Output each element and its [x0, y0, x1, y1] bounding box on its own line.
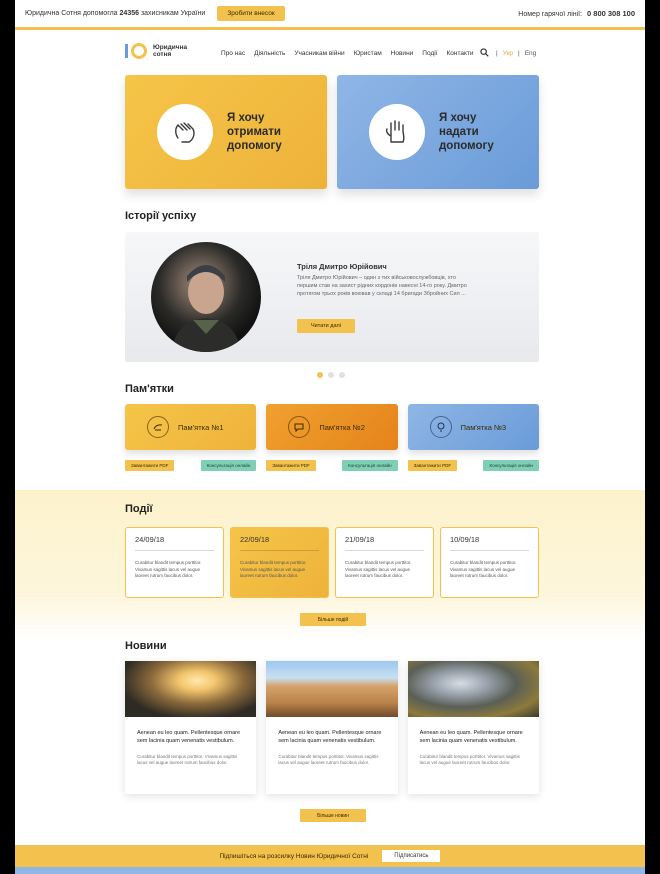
- give-help-label: Я хочу надати допомогу: [439, 112, 494, 152]
- hotline-label: Номер гарячої лінії:: [518, 11, 583, 18]
- news-image: [266, 661, 398, 717]
- event-date: 22/09/18: [240, 535, 319, 551]
- event-card[interactable]: 24/09/18 Curabitur blandit tempus portti…: [125, 527, 224, 598]
- top-bar: Юридична Сотня допомогла 24356 захисника…: [15, 0, 645, 30]
- download-pdf-button[interactable]: Завантажити PDF: [407, 460, 458, 471]
- event-desc: Curabitur blandit tempus porttitor. Viva…: [135, 560, 202, 578]
- main-nav: Про нас Діяльність Учасникам війни Юрист…: [221, 50, 474, 57]
- memo-item: Пам'ятка №2 Завантажити PDF Консультація…: [266, 404, 398, 471]
- hand-give-icon: [369, 104, 425, 160]
- nav-item-veterans[interactable]: Учасникам війни: [294, 50, 344, 57]
- site-logo[interactable]: Юридична сотня: [125, 42, 203, 60]
- subscribe-button[interactable]: Підписатись: [382, 850, 441, 862]
- event-card[interactable]: 10/09/18 Curabitur blandit tempus portti…: [440, 527, 539, 598]
- memo-card-1[interactable]: Пам'ятка №1: [125, 404, 257, 450]
- get-help-label: Я хочу отримати допомогу: [227, 112, 282, 152]
- event-list: 24/09/18 Curabitur blandit tempus portti…: [125, 527, 539, 598]
- help-cards: Я хочу отримати допомогу Я хочу надати д…: [125, 75, 539, 189]
- slider-dot-3[interactable]: [339, 372, 345, 378]
- download-pdf-button[interactable]: Завантажити PDF: [125, 460, 175, 471]
- memo-label: Пам'ятка №1: [178, 422, 224, 432]
- story-text: Тріля Дмитро Юрійович – один з тих війсь…: [297, 275, 467, 297]
- logo-text: Юридична сотня: [153, 44, 188, 58]
- consult-online-button[interactable]: Консультація онлайн: [483, 460, 539, 471]
- news-title-text: Aenean eu leo quam. Pellentesque ornare …: [419, 730, 523, 744]
- memo-label: Пам'ятка №2: [319, 422, 365, 432]
- news-card[interactable]: Aenean eu leo quam. Pellentesque ornare …: [266, 661, 398, 794]
- memo-icon: [288, 416, 311, 438]
- news-title-text: Aenean eu leo quam. Pellentesque ornare …: [278, 730, 382, 744]
- download-pdf-button[interactable]: Завантажити PDF: [266, 460, 316, 471]
- consult-online-button[interactable]: Консультація онлайн: [200, 460, 257, 471]
- memo-item: Пам'ятка №3 Завантажити PDF Консультація…: [407, 404, 539, 471]
- event-desc: Curabitur blandit tempus porttitor. Viva…: [240, 560, 307, 578]
- nav-item-events[interactable]: Події: [422, 50, 437, 57]
- memo-card-2[interactable]: Пам'ятка №2: [266, 404, 398, 450]
- news-card[interactable]: Aenean eu leo quam. Pellentesque ornare …: [125, 661, 257, 794]
- footer-strip: [15, 867, 645, 874]
- event-card[interactable]: 22/09/18 Curabitur blandit tempus portti…: [230, 527, 329, 598]
- memo-card-3[interactable]: Пам'ятка №3: [407, 404, 539, 450]
- news-title: Новини: [125, 640, 167, 652]
- donate-button[interactable]: Зробити внесок: [217, 6, 285, 21]
- story-slide: Тріля Дмитро Юрійович Тріля Дмитро Юрійо…: [125, 232, 539, 362]
- stories-title: Історії успіху: [125, 210, 197, 222]
- hotline-number[interactable]: 0 800 308 100: [587, 9, 635, 18]
- slider-dot-1[interactable]: [317, 372, 323, 378]
- news-desc: Curabitur blandit tempus porttitor. Viva…: [419, 754, 520, 765]
- nav-item-lawyers[interactable]: Юристам: [354, 50, 382, 57]
- memo-icon: [147, 416, 169, 438]
- event-date: 10/09/18: [450, 535, 529, 551]
- news-list: Aenean eu leo quam. Pellentesque ornare …: [125, 661, 539, 794]
- notice-prefix: Юридична Сотня допомогла: [25, 10, 118, 17]
- event-date: 24/09/18: [135, 535, 214, 551]
- lightbulb-icon: [429, 416, 452, 438]
- read-more-button[interactable]: Читати далі: [297, 319, 355, 333]
- memos-title: Пам'ятки: [125, 383, 174, 395]
- get-help-card[interactable]: Я хочу отримати допомогу: [125, 75, 327, 189]
- nav-item-contacts[interactable]: Контакти: [446, 50, 473, 57]
- site-header: Юридична сотня Про нас Діяльність Учасни…: [15, 30, 645, 74]
- give-help-card[interactable]: Я хочу надати допомогу: [337, 75, 539, 189]
- events-title: Події: [125, 503, 153, 515]
- help-counter-notice: Юридична Сотня допомогла 24356 захисника…: [25, 10, 205, 17]
- story-photo: [151, 242, 261, 352]
- subscribe-bar: Підпишіться на розсилку Новин Юридичної …: [15, 845, 645, 867]
- more-news-button[interactable]: Більше новин: [300, 809, 366, 822]
- hotline: Номер гарячої лінії: 0 800 308 100: [518, 9, 635, 18]
- nav-item-news[interactable]: Новини: [391, 50, 414, 57]
- notice-count: 24356: [119, 10, 139, 17]
- memo-item: Пам'ятка №1 Завантажити PDF Консультація…: [125, 404, 257, 471]
- memo-list: Пам'ятка №1 Завантажити PDF Консультація…: [125, 404, 539, 471]
- subscribe-text: Підпишіться на розсилку Новин Юридичної …: [219, 852, 369, 860]
- slider-dots: [317, 372, 345, 378]
- hand-receive-icon: [157, 104, 213, 160]
- event-desc: Curabitur blandit tempus porttitor. Viva…: [345, 560, 412, 578]
- slider-dot-2[interactable]: [328, 372, 334, 378]
- event-desc: Curabitur blandit tempus porttitor. Viva…: [450, 560, 517, 578]
- page: Юридична Сотня допомогла 24356 захисника…: [15, 0, 645, 874]
- memo-label: Пам'ятка №3: [460, 422, 507, 432]
- news-image: [125, 661, 257, 717]
- news-title-text: Aenean eu leo quam. Pellentesque ornare …: [137, 730, 241, 744]
- story-name: Тріля Дмитро Юрійович: [297, 262, 387, 271]
- more-events-button[interactable]: Більше подій: [300, 613, 366, 626]
- consult-online-button[interactable]: Консультація онлайн: [342, 460, 398, 471]
- news-desc: Curabitur blandit tempus porttitor. Viva…: [278, 754, 379, 765]
- event-date: 21/09/18: [345, 535, 424, 551]
- lang-ukr[interactable]: Укр: [503, 50, 513, 57]
- news-desc: Curabitur blandit tempus porttitor. Viva…: [137, 754, 238, 765]
- nav-item-about[interactable]: Про нас: [221, 50, 245, 57]
- news-card[interactable]: Aenean eu leo quam. Pellentesque ornare …: [407, 661, 539, 794]
- nav-item-activity[interactable]: Діяльність: [254, 50, 285, 57]
- event-card[interactable]: 21/09/18 Curabitur blandit tempus portti…: [335, 527, 434, 598]
- lang-eng[interactable]: Eng: [525, 50, 537, 57]
- notice-suffix: захисникам України: [140, 10, 206, 17]
- search-icon[interactable]: [480, 48, 489, 57]
- logo-icon: [125, 42, 151, 60]
- language-switcher: | Укр | Eng: [496, 50, 537, 57]
- news-image: [407, 661, 539, 717]
